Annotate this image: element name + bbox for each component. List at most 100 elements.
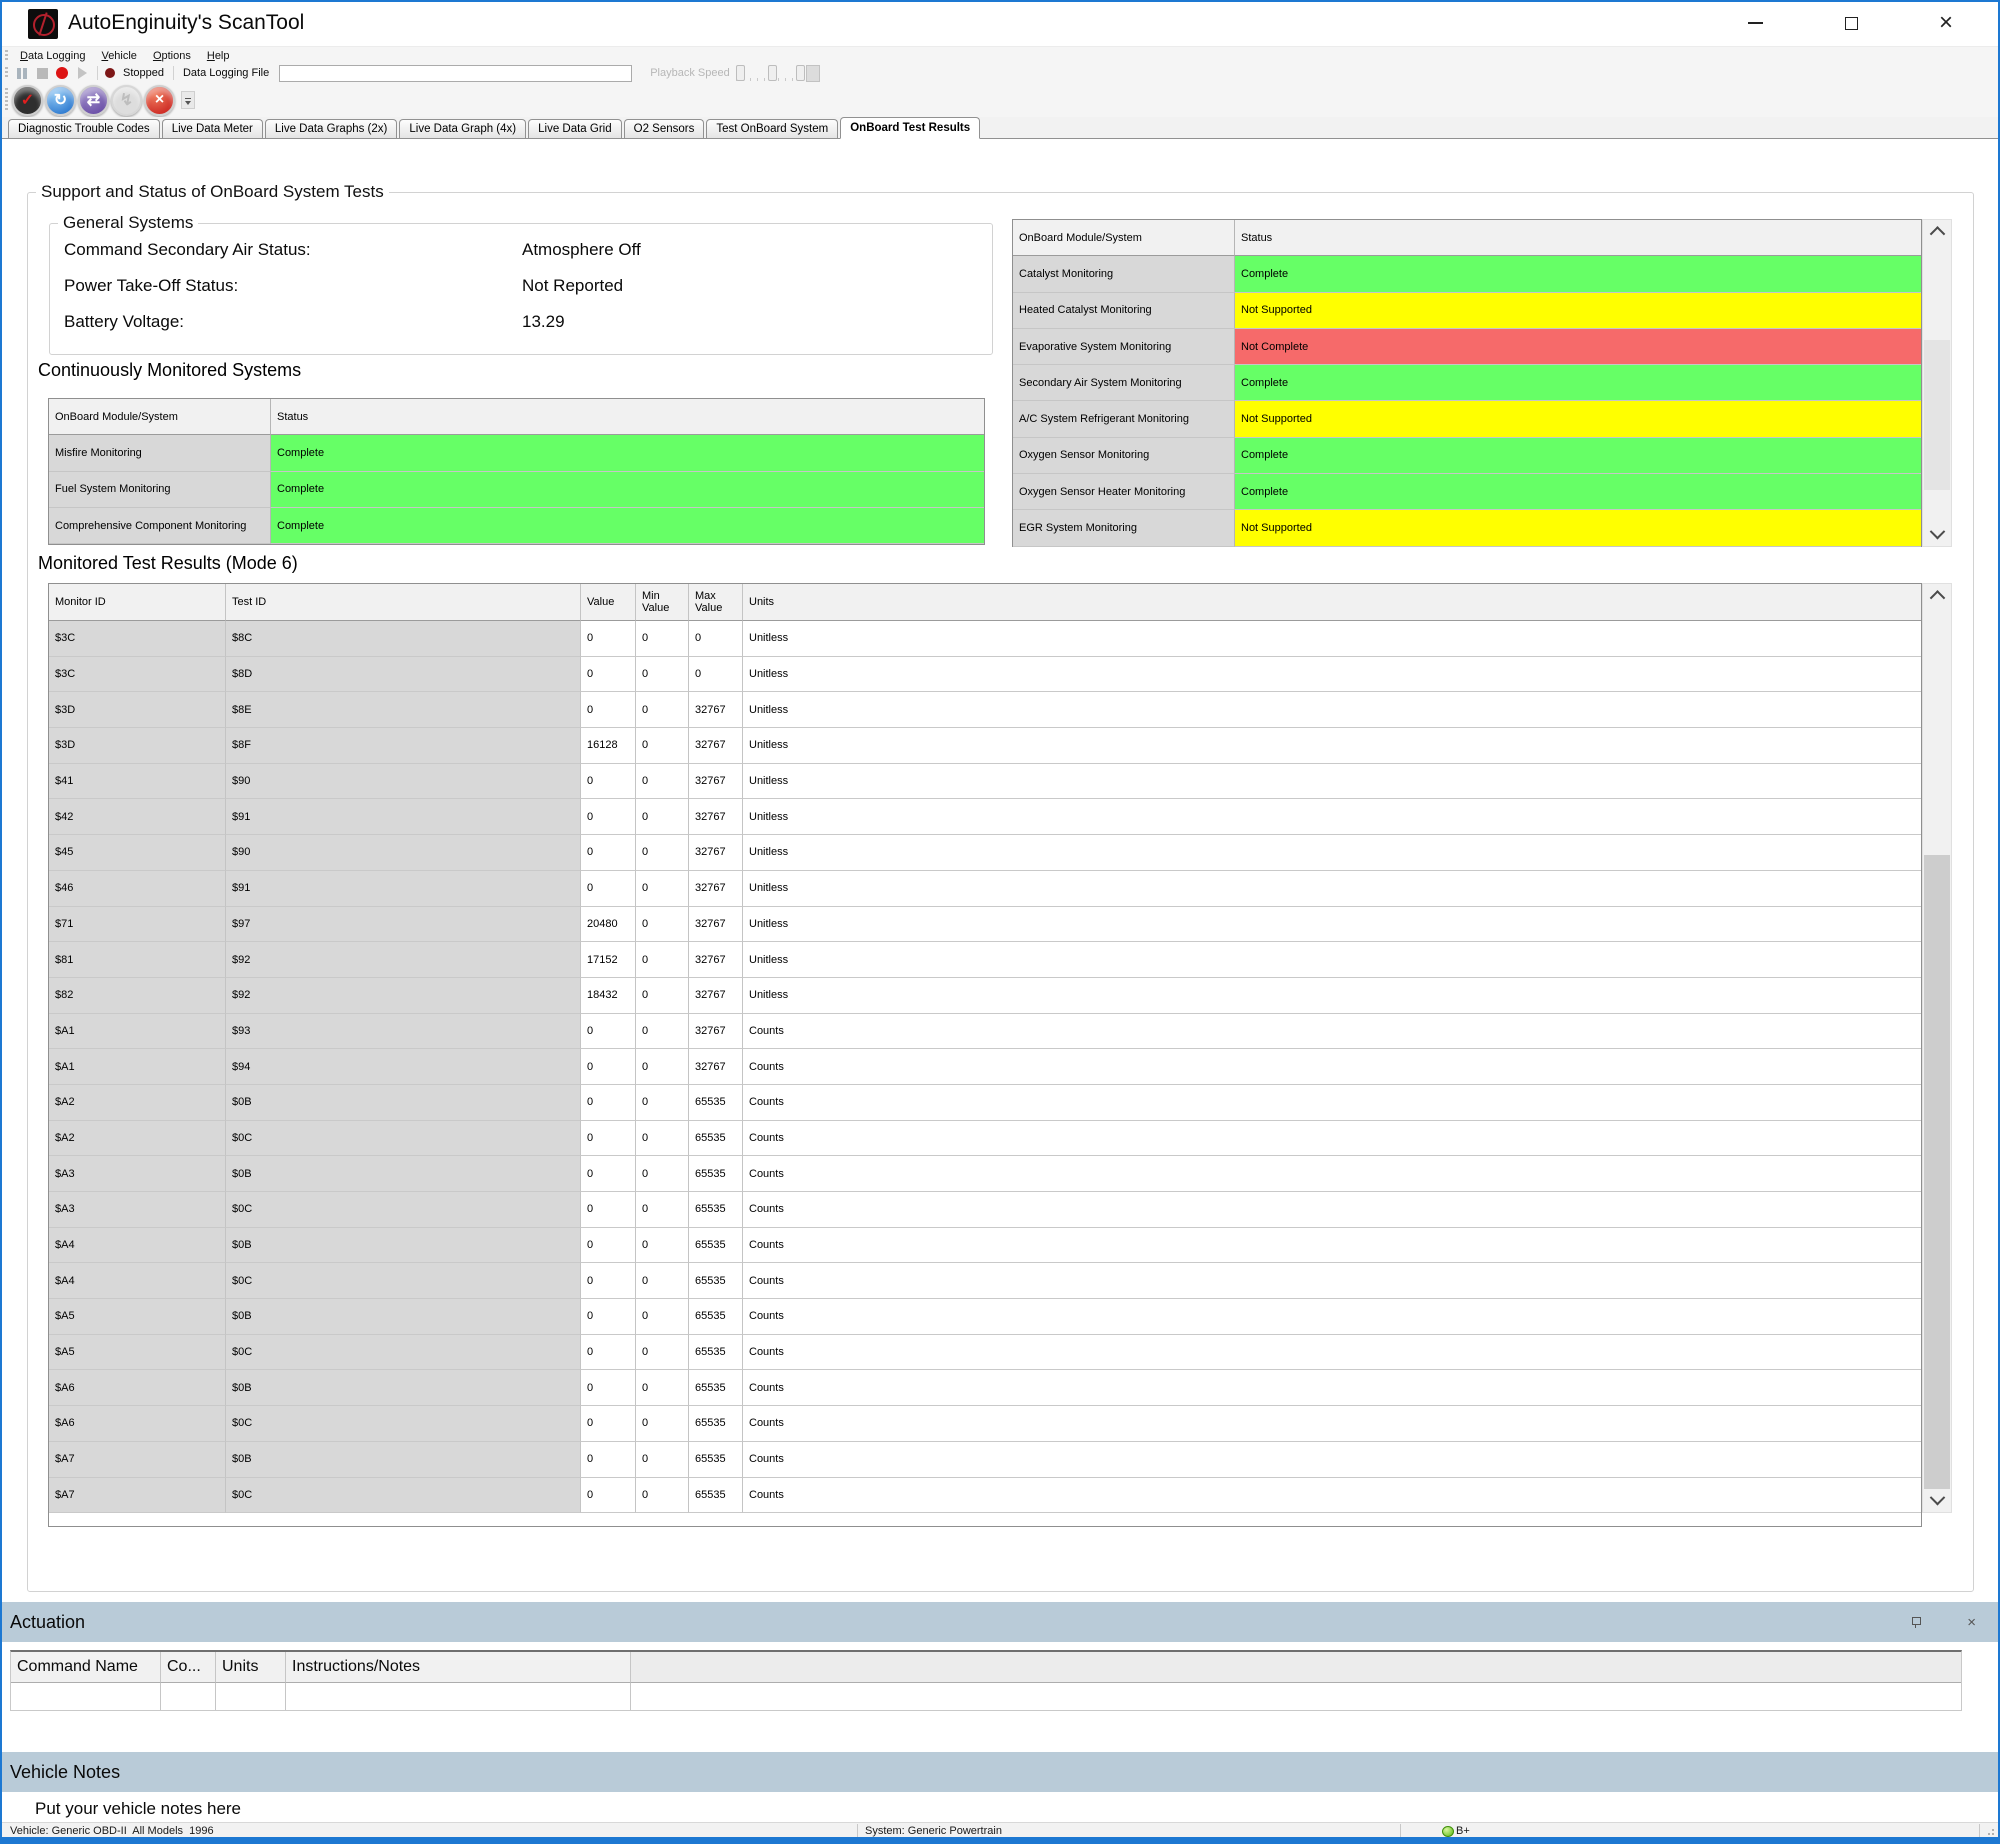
- mode6-row[interactable]: $71 $97 20480 0 32767 Unitless: [49, 907, 1921, 943]
- mode6-row[interactable]: $A5 $0C 0 0 65535 Counts: [49, 1335, 1921, 1371]
- pause-button[interactable]: [12, 65, 32, 81]
- monitor-row[interactable]: Heated Catalyst Monitoring Not Supported: [1013, 293, 1921, 329]
- playback-speed-label: Playback Speed: [646, 67, 734, 79]
- check-codes-button[interactable]: ✓: [12, 85, 43, 116]
- monitor-row[interactable]: A/C System Refrigerant Monitoring Not Su…: [1013, 401, 1921, 437]
- toolbar-grip[interactable]: [5, 88, 8, 112]
- tab[interactable]: O2 Sensors: [624, 119, 705, 138]
- play-button[interactable]: [72, 65, 92, 81]
- scrollbar-thumb[interactable]: [1924, 855, 1950, 1489]
- pin-icon[interactable]: [1911, 1616, 1921, 1628]
- tab[interactable]: Diagnostic Trouble Codes: [8, 119, 160, 138]
- slider-handle[interactable]: [736, 65, 745, 81]
- mode6-row[interactable]: $A3 $0C 0 0 65535 Counts: [49, 1192, 1921, 1228]
- monitor-row[interactable]: EGR System Monitoring Not Supported: [1013, 510, 1921, 546]
- tab[interactable]: Live Data Meter: [162, 119, 263, 138]
- column-header-status[interactable]: Status: [1235, 220, 1921, 256]
- mode6-row[interactable]: $A2 $0B 0 0 65535 Counts: [49, 1085, 1921, 1121]
- mode6-row[interactable]: $81 $92 17152 0 32767 Unitless: [49, 942, 1921, 978]
- slider-handle[interactable]: [768, 65, 777, 81]
- support-status-title: Support and Status of OnBoard System Tes…: [36, 182, 389, 202]
- mode6-row[interactable]: $46 $91 0 0 32767 Unitless: [49, 871, 1921, 907]
- tab[interactable]: Live Data Graph (4x): [399, 119, 526, 138]
- mode6-row[interactable]: $3C $8C 0 0 0 Unitless: [49, 621, 1921, 657]
- monitor-row[interactable]: Comprehensive Component Monitoring Compl…: [49, 508, 984, 544]
- mode6-scrollbar[interactable]: [1922, 583, 1952, 1513]
- column-header-module[interactable]: OnBoard Module/System: [49, 399, 271, 435]
- column-header-monitor-id[interactable]: Monitor ID: [49, 584, 226, 621]
- mode6-row[interactable]: $A7 $0B 0 0 65535 Counts: [49, 1442, 1921, 1478]
- sync-button[interactable]: ⇄: [78, 85, 109, 116]
- menu-item[interactable]: Help: [199, 50, 238, 62]
- chevron-down-icon: [185, 101, 191, 105]
- toolbar-grip[interactable]: [5, 50, 8, 62]
- mode6-row[interactable]: $3D $8F 16128 0 32767 Unitless: [49, 728, 1921, 764]
- scroll-up-icon[interactable]: [1923, 222, 1951, 242]
- monitor-row[interactable]: Evaporative System Monitoring Not Comple…: [1013, 329, 1921, 365]
- column-header-value[interactable]: Value: [581, 584, 636, 621]
- monitor-row[interactable]: Catalyst Monitoring Complete: [1013, 256, 1921, 292]
- column-header-test-id[interactable]: Test ID: [226, 584, 581, 621]
- mode6-row[interactable]: $A2 $0C 0 0 65535 Counts: [49, 1121, 1921, 1157]
- column-header-units[interactable]: Units: [216, 1652, 286, 1683]
- menu-item[interactable]: Data Logging: [12, 50, 93, 62]
- mode6-row[interactable]: $A7 $0C 0 0 65535 Counts: [49, 1478, 1921, 1514]
- mode6-row[interactable]: $42 $91 0 0 32767 Unitless: [49, 799, 1921, 835]
- tab[interactable]: Live Data Graphs (2x): [265, 119, 398, 138]
- monitor-row[interactable]: Fuel System Monitoring Complete: [49, 472, 984, 508]
- column-header-max-value[interactable]: Max Value: [689, 584, 743, 621]
- monitor-row[interactable]: Oxygen Sensor Heater Monitoring Complete: [1013, 474, 1921, 510]
- column-header-status[interactable]: Status: [271, 399, 984, 435]
- scrollbar-thumb[interactable]: [1924, 340, 1950, 490]
- monitor-row[interactable]: Oxygen Sensor Monitoring Complete: [1013, 438, 1921, 474]
- tab[interactable]: Test OnBoard System: [706, 119, 838, 138]
- scroll-down-icon[interactable]: [1923, 1490, 1951, 1510]
- monitor-row[interactable]: Misfire Monitoring Complete: [49, 435, 984, 471]
- mode6-row[interactable]: $A5 $0B 0 0 65535 Counts: [49, 1299, 1921, 1335]
- mode6-row[interactable]: $41 $90 0 0 32767 Unitless: [49, 764, 1921, 800]
- mode6-row[interactable]: $A4 $0B 0 0 65535 Counts: [49, 1228, 1921, 1264]
- playback-speed-slider[interactable]: [734, 64, 820, 82]
- column-header-module[interactable]: OnBoard Module/System: [1013, 220, 1235, 256]
- mode6-row[interactable]: $A4 $0C 0 0 65535 Counts: [49, 1263, 1921, 1299]
- maximize-button[interactable]: [1828, 8, 1874, 38]
- column-header-command-name[interactable]: Command Name: [11, 1652, 161, 1683]
- column-header-units[interactable]: Units: [743, 584, 1921, 621]
- disconnect-button[interactable]: ×: [144, 85, 175, 116]
- mode6-row[interactable]: $45 $90 0 0 32767 Unitless: [49, 835, 1921, 871]
- slider-end-button[interactable]: [806, 65, 820, 82]
- toolbar-overflow-button[interactable]: [181, 91, 195, 109]
- menu-item[interactable]: Vehicle: [93, 50, 144, 62]
- panel-close-icon[interactable]: ×: [1967, 1614, 1976, 1631]
- mode6-row[interactable]: $3C $8D 0 0 0 Unitless: [49, 657, 1921, 693]
- record-button[interactable]: [52, 65, 72, 81]
- minimize-button[interactable]: [1732, 8, 1778, 38]
- close-button[interactable]: ×: [1923, 8, 1969, 38]
- mode6-row[interactable]: $82 $92 18432 0 32767 Unitless: [49, 978, 1921, 1014]
- vehicle-notes-input[interactable]: Put your vehicle notes here: [35, 1799, 241, 1819]
- mode6-row[interactable]: $A3 $0B 0 0 65535 Counts: [49, 1156, 1921, 1192]
- scroll-up-icon[interactable]: [1923, 586, 1951, 606]
- monitors-scrollbar[interactable]: [1922, 219, 1952, 547]
- stop-button[interactable]: [32, 65, 52, 81]
- menu-item[interactable]: Options: [145, 50, 199, 62]
- column-header-min-value[interactable]: Min Value: [636, 584, 689, 621]
- data-logging-file-input[interactable]: [279, 65, 632, 82]
- battery-label: B+: [1456, 1825, 1470, 1837]
- mode6-row[interactable]: $A1 $93 0 0 32767 Counts: [49, 1014, 1921, 1050]
- scroll-down-icon[interactable]: [1923, 524, 1951, 544]
- actuation-empty-row[interactable]: [11, 1683, 1961, 1710]
- mode6-row[interactable]: $A6 $0B 0 0 65535 Counts: [49, 1370, 1921, 1406]
- mode6-row[interactable]: $3D $8E 0 0 32767 Unitless: [49, 692, 1921, 728]
- tab[interactable]: OnBoard Test Results: [840, 117, 980, 139]
- refresh-button[interactable]: ↻: [45, 85, 76, 116]
- toolbar-grip[interactable]: [5, 67, 8, 79]
- monitor-row[interactable]: Secondary Air System Monitoring Complete: [1013, 365, 1921, 401]
- column-header-instructions[interactable]: Instructions/Notes: [286, 1652, 631, 1683]
- mode6-row[interactable]: $A1 $94 0 0 32767 Counts: [49, 1049, 1921, 1085]
- column-header-co[interactable]: Co...: [161, 1652, 216, 1683]
- tab[interactable]: Live Data Grid: [528, 119, 622, 138]
- mode6-row[interactable]: $A6 $0C 0 0 65535 Counts: [49, 1406, 1921, 1442]
- slider-handle[interactable]: [796, 65, 805, 81]
- app-window: AutoEnginuity's ScanTool × Data LoggingV…: [0, 0, 2000, 1844]
